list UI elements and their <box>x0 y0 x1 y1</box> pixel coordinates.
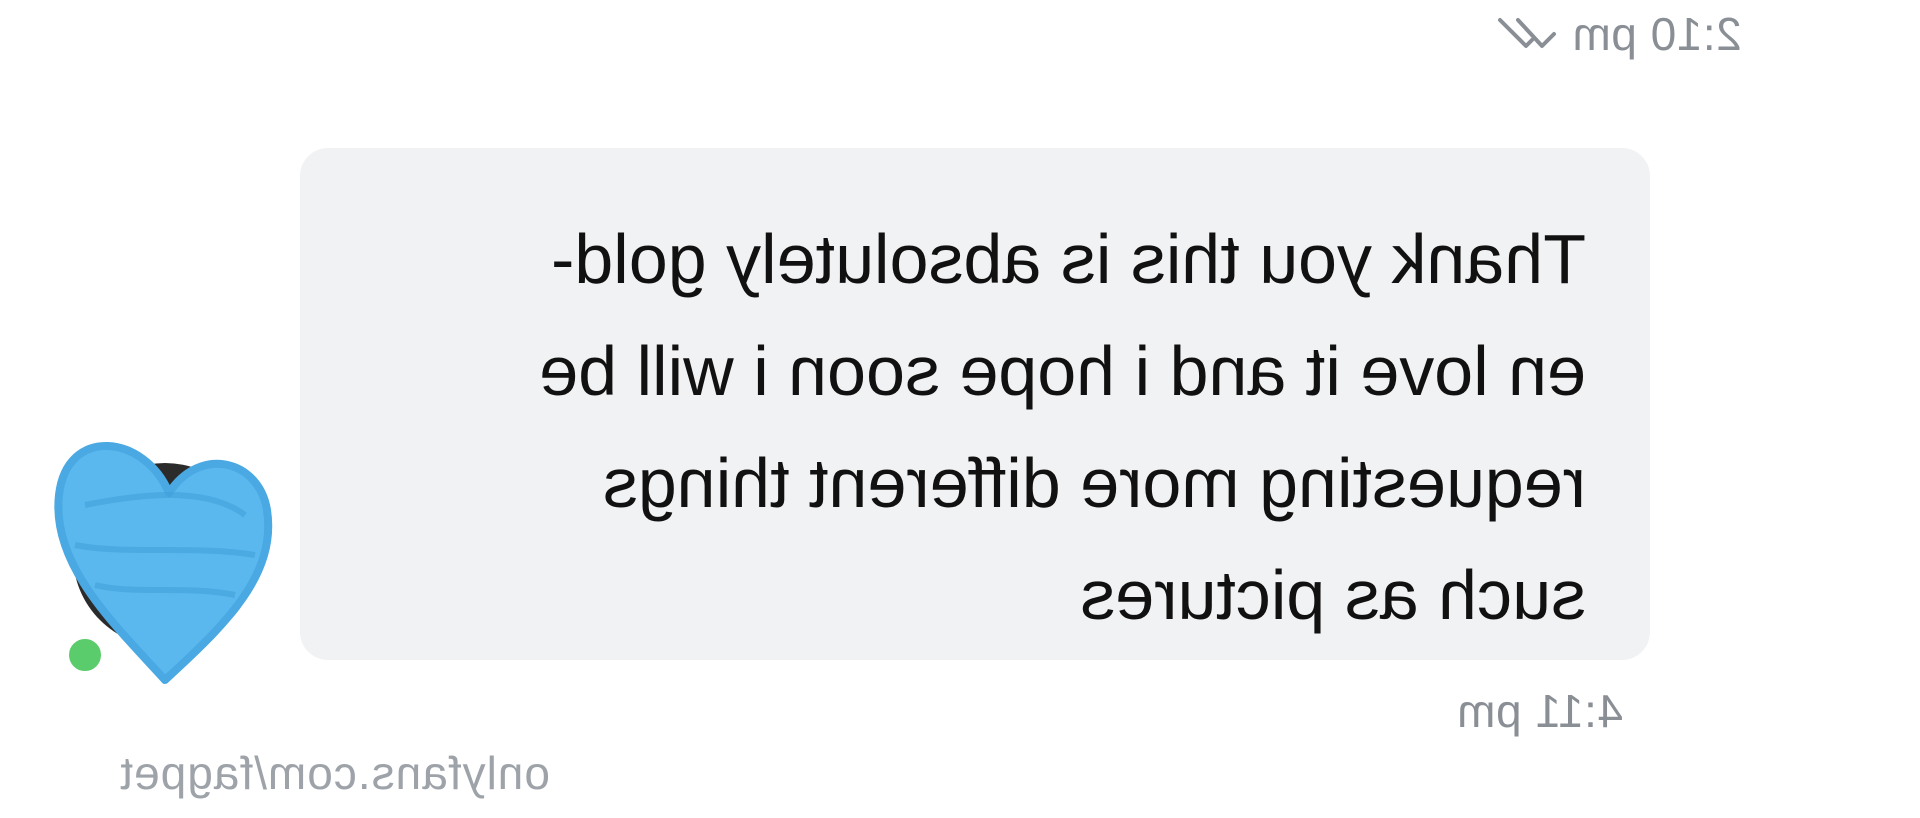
previous-message-meta: 2:10 pm <box>1488 4 1742 64</box>
online-status-dot <box>65 635 105 675</box>
chat-screen: 2:10 pm Thank you this is absolutely gol… <box>0 0 1920 818</box>
message-time: 4:11 pm <box>1456 685 1623 737</box>
message-text: Thank you this is absolutely gold- en lo… <box>539 220 1586 634</box>
mirrored-view: 2:10 pm Thank you this is absolutely gol… <box>0 0 1920 818</box>
watermark: onlyfans.com/fagpet <box>119 747 550 799</box>
previous-message-time: 2:10 pm <box>1572 8 1742 60</box>
double-check-icon <box>1488 14 1558 54</box>
avatar[interactable] <box>45 405 285 695</box>
message-bubble[interactable]: Thank you this is absolutely gold- en lo… <box>300 148 1650 660</box>
